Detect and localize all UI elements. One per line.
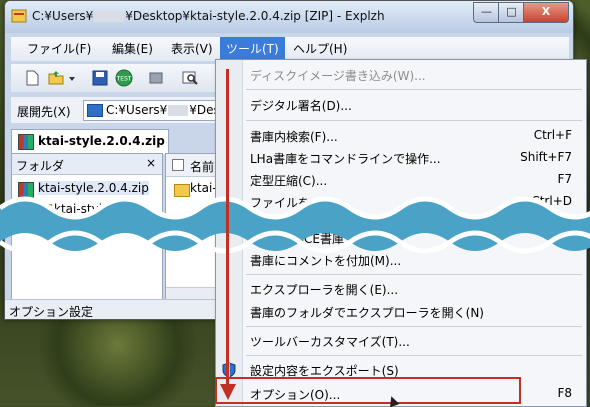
minimize-button[interactable]: —	[473, 2, 500, 23]
menu-file[interactable]: ファイル(F)	[21, 37, 97, 61]
annotation-arrow-line	[226, 69, 229, 387]
menu-item-disk-image[interactable]: ディスクイメージ書き込み(W)...	[250, 67, 426, 84]
search-icon[interactable]	[181, 69, 199, 87]
new-icon[interactable]	[23, 69, 41, 87]
document-tab[interactable]: ktai-style.2.0.4.zip	[11, 129, 169, 154]
maximize-button[interactable]: □	[498, 2, 525, 23]
menu-item-explorer-archive-folder[interactable]: 書庫のフォルダでエクスプローラを開く(N)	[250, 304, 484, 321]
title-bar[interactable]: C:¥Users¥ ¥Desktop¥ktai-style.2.0.4.zip […	[5, 1, 573, 33]
menu-item-digital-signature[interactable]: デジタル署名(D)...	[250, 97, 352, 114]
menu-view[interactable]: 表示(V)	[165, 37, 219, 61]
menu-tools[interactable]: ツール(T)	[220, 37, 285, 61]
extract-to-label[interactable]: 展開先(X)	[17, 103, 71, 120]
masked-username	[94, 11, 125, 22]
shield-icon	[222, 362, 236, 378]
window-title: C:¥Users¥ ¥Desktop¥ktai-style.2.0.4.zip […	[32, 9, 385, 23]
column-name-header[interactable]: 名前	[190, 158, 214, 175]
menu-bar: ファイル(F) 編集(E) 表示(V) ツール(T) ヘルプ(H)	[11, 37, 569, 61]
menu-separator	[246, 355, 582, 356]
shortcut-search-archive: Ctrl+F	[533, 128, 572, 142]
svg-text:TEST: TEST	[116, 76, 132, 83]
extract-path-field[interactable]: C:¥Users¥ ¥Desk	[83, 100, 225, 121]
close-icon[interactable]: ×	[146, 156, 156, 170]
address-bar: 展開先(X) C:¥Users¥ ¥Desk	[11, 97, 225, 123]
select-all-checkbox[interactable]	[172, 159, 184, 171]
dropdown-arrow-icon[interactable]	[67, 69, 77, 87]
status-text: オプション設定	[9, 305, 94, 319]
extract-icon[interactable]	[147, 69, 165, 87]
computer-icon	[87, 104, 103, 117]
document-tab-label: ktai-style.2.0.4.zip	[38, 134, 165, 148]
shortcut-preset-compress: F7	[557, 172, 572, 186]
app-icon	[11, 9, 27, 23]
menu-help[interactable]: ヘルプ(H)	[287, 37, 353, 61]
save-icon[interactable]	[91, 69, 109, 87]
menu-item-lha-commandline[interactable]: LHa書庫をコマンドラインで操作...	[250, 150, 441, 167]
zip-archive-icon	[18, 134, 34, 150]
menu-separator	[246, 274, 582, 275]
annotation-highlight-box	[215, 377, 521, 404]
close-button[interactable]: X	[523, 2, 569, 23]
status-bar: オプション設定	[5, 299, 223, 319]
menu-item-toolbar-customize[interactable]: ツールバーカスタマイズ(T)...	[250, 333, 410, 350]
open-icon[interactable]	[47, 69, 65, 87]
menu-separator	[246, 120, 582, 121]
menu-separator	[246, 89, 582, 90]
shortcut-lha-commandline: Shift+F7	[520, 150, 572, 164]
toolbar: TEST	[11, 64, 225, 92]
menu-separator	[246, 326, 582, 327]
menu-item-search-archive[interactable]: 書庫内検索(F)...	[250, 128, 338, 145]
folder-tree-title: フォルダ	[16, 159, 65, 173]
masked-username	[168, 105, 189, 116]
menu-edit[interactable]: 編集(E)	[106, 37, 159, 61]
menu-item-open-explorer[interactable]: エクスプローラを開く(E)...	[250, 281, 398, 298]
folder-tree-header: フォルダ ×	[12, 154, 162, 175]
torn-edge-wave	[0, 196, 590, 254]
test-icon[interactable]: TEST	[115, 69, 133, 87]
shortcut-options: F8	[557, 386, 572, 400]
menu-item-preset-compress[interactable]: 定型圧縮(C)...	[250, 172, 327, 189]
